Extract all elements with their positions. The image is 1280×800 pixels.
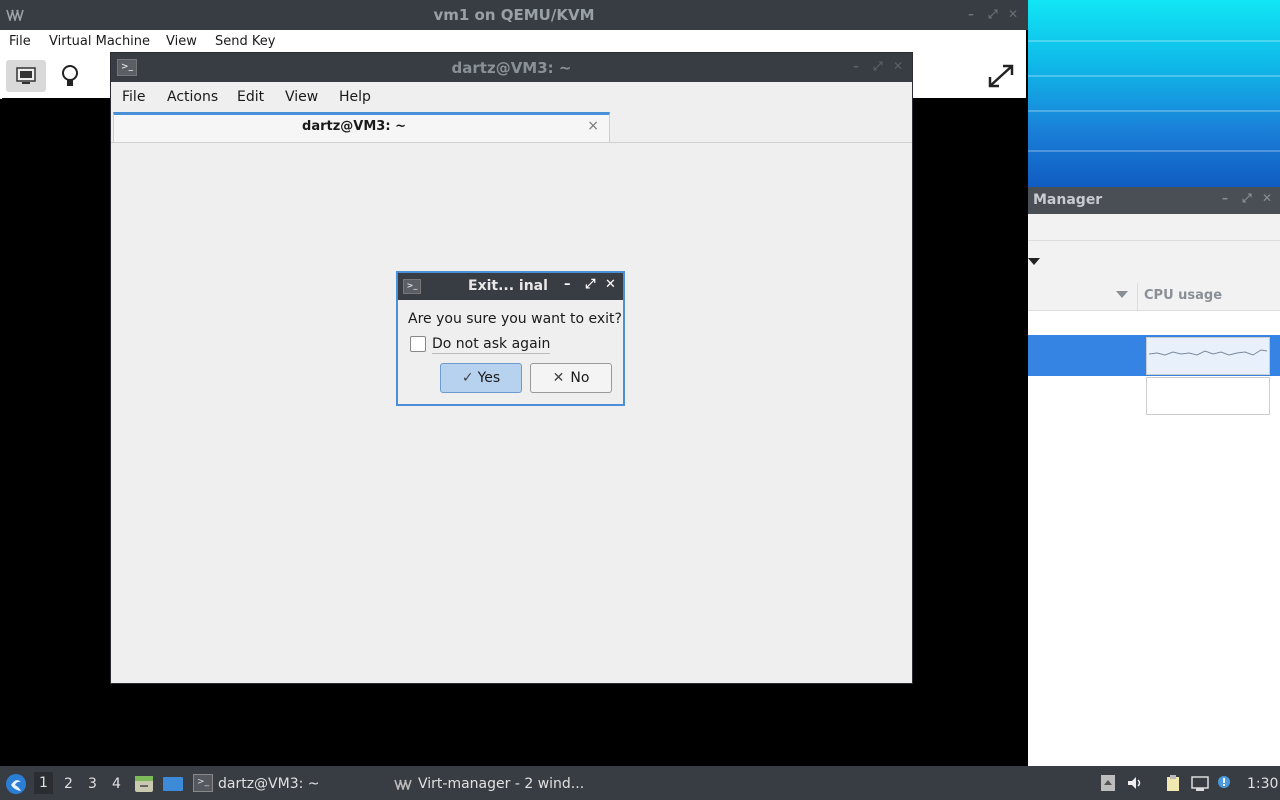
- terminal-tabbar: dartz@VM3: ~ ×: [111, 112, 912, 143]
- fullscreen-button[interactable]: [982, 60, 1020, 92]
- workspace-1[interactable]: 1: [34, 772, 53, 794]
- cpu-usage-graph: [1146, 337, 1270, 375]
- task-terminal[interactable]: dartz@VM3: ~: [218, 776, 320, 792]
- network-icon[interactable]: [1191, 774, 1209, 792]
- viewer-titlebar[interactable]: vm1 on QEMU/KVM – ⤢ ✕: [0, 0, 1028, 30]
- terminal-titlebar[interactable]: >_ dartz@VM3: ~ – ⤢ ✕: [111, 53, 912, 82]
- cpu-usage-column-header[interactable]: CPU usage: [1144, 288, 1222, 303]
- notification-icon[interactable]: [1216, 774, 1234, 792]
- file-manager-icon[interactable]: [134, 775, 154, 793]
- do-not-ask-label[interactable]: Do not ask again: [432, 336, 551, 354]
- menu-edit[interactable]: Edit: [237, 89, 264, 105]
- terminal-menubar: File Actions Edit View Help: [111, 82, 912, 112]
- cpu-usage-graph: [1146, 377, 1270, 415]
- maximize-icon[interactable]: ⤢: [585, 277, 595, 292]
- maximize-icon[interactable]: ⤢: [873, 59, 883, 74]
- yes-button[interactable]: ✓ Yes: [440, 363, 522, 393]
- cpu-sparkline-icon: [1148, 349, 1268, 356]
- maximize-icon[interactable]: ⤢: [988, 7, 998, 22]
- menu-view[interactable]: View: [166, 34, 197, 49]
- desktop-icon[interactable]: [162, 775, 184, 793]
- x-icon: ✕: [552, 370, 565, 386]
- menu-virtual-machine[interactable]: Virtual Machine: [49, 34, 150, 49]
- tab-close-icon[interactable]: ×: [587, 118, 599, 134]
- exit-dialog: >_ Exit... inal – ⤢ ✕ Are you sure you w…: [396, 271, 625, 406]
- storage-tray-icon[interactable]: [1099, 774, 1117, 792]
- vm-list-row[interactable]: [1028, 376, 1280, 417]
- terminal-icon: >_: [403, 279, 421, 294]
- checkmark-icon: ✓: [461, 370, 474, 386]
- clock[interactable]: 1:30: [1247, 776, 1278, 792]
- close-icon[interactable]: ✕: [605, 277, 616, 292]
- minimize-icon[interactable]: –: [968, 7, 974, 21]
- minimize-icon[interactable]: –: [564, 277, 571, 292]
- task-virt-manager[interactable]: Virt-manager - 2 wind...: [418, 776, 584, 792]
- viewer-menubar: File Virtual Machine View Send Key: [0, 30, 1026, 54]
- lightbulb-icon: [62, 65, 78, 86]
- close-icon[interactable]: ✕: [893, 59, 903, 73]
- terminal-icon: >_: [193, 774, 213, 792]
- exit-dialog-title: Exit... inal: [468, 278, 548, 294]
- virt-manager-title: Manager: [1033, 192, 1103, 208]
- maximize-icon[interactable]: ⤢: [1242, 191, 1252, 206]
- dropdown-arrow-icon[interactable]: [1028, 258, 1040, 265]
- no-button[interactable]: ✕ No: [530, 363, 612, 393]
- virt-manager-toolbar: [1028, 241, 1280, 284]
- vm-list-row-selected[interactable]: [1028, 335, 1280, 376]
- exit-dialog-titlebar[interactable]: >_ Exit... inal – ⤢ ✕: [398, 273, 623, 300]
- vm-list-header: CPU usage: [1028, 283, 1280, 311]
- virt-manager-titlebar[interactable]: Manager – ⤢ ✕: [1028, 187, 1280, 214]
- desktop-wallpaper: [1028, 0, 1280, 187]
- terminal-tab-label: dartz@VM3: ~: [302, 119, 406, 134]
- close-icon[interactable]: ✕: [1008, 7, 1018, 21]
- monitor-icon: [16, 67, 36, 84]
- menu-actions[interactable]: Actions: [167, 89, 218, 105]
- taskbar: 1 2 3 4 >_ dartz@VM3: ~ Virt-manager - 2…: [0, 766, 1280, 800]
- clipboard-icon[interactable]: [1164, 774, 1182, 792]
- menu-send-key[interactable]: Send Key: [215, 34, 275, 49]
- terminal-tab[interactable]: dartz@VM3: ~ ×: [113, 112, 610, 142]
- menu-view[interactable]: View: [285, 89, 318, 105]
- console-button[interactable]: [6, 60, 46, 92]
- start-menu-icon[interactable]: [5, 773, 27, 795]
- menu-file[interactable]: File: [9, 34, 31, 49]
- workspace-4[interactable]: 4: [112, 776, 121, 792]
- column-separator: [1137, 283, 1138, 310]
- fullscreen-icon: [988, 64, 1014, 88]
- virt-manager-window: Manager – ⤢ ✕ CPU usage: [1028, 187, 1280, 767]
- viewer-title: vm1 on QEMU/KVM: [433, 6, 595, 24]
- virt-manager-logo-icon: [394, 779, 412, 790]
- sort-arrow-icon[interactable]: [1116, 291, 1128, 298]
- close-icon[interactable]: ✕: [1262, 191, 1272, 205]
- exit-dialog-message: Are you sure you want to exit?: [408, 311, 622, 327]
- workspace-2[interactable]: 2: [64, 776, 73, 792]
- minimize-icon[interactable]: –: [853, 59, 859, 73]
- do-not-ask-checkbox[interactable]: [410, 336, 426, 352]
- minimize-icon[interactable]: –: [1222, 191, 1228, 205]
- terminal-title: dartz@VM3: ~: [451, 59, 572, 77]
- virt-manager-menubar: [1028, 214, 1280, 241]
- menu-help[interactable]: Help: [339, 89, 371, 105]
- no-button-label: No: [570, 370, 590, 386]
- workspace-3[interactable]: 3: [88, 776, 97, 792]
- yes-button-label: Yes: [477, 370, 501, 386]
- details-button[interactable]: [52, 60, 88, 92]
- volume-icon[interactable]: [1126, 774, 1144, 792]
- menu-file[interactable]: File: [122, 89, 145, 105]
